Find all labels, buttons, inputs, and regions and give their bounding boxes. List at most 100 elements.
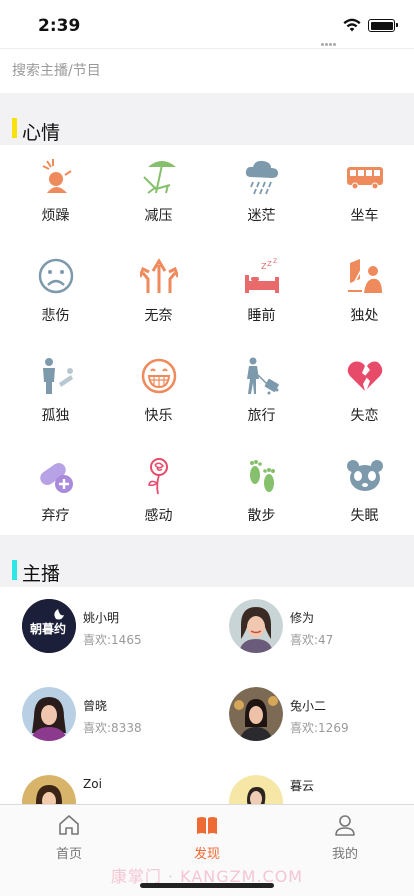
tab-me[interactable]: 我的 bbox=[276, 805, 414, 865]
woman-photo-avatar bbox=[22, 775, 76, 804]
host-card[interactable]: Zoi bbox=[22, 775, 222, 804]
lonely-person-icon bbox=[43, 358, 73, 394]
mood-label: 孤独 bbox=[41, 408, 70, 424]
mood-label: 失眠 bbox=[350, 508, 379, 524]
mood-item-sad[interactable]: 悲伤 bbox=[4, 245, 107, 325]
mood-label: 坐车 bbox=[350, 208, 379, 224]
host-card[interactable]: 兔小二 喜欢:1269 bbox=[229, 687, 414, 753]
tab-label: 我的 bbox=[331, 847, 358, 862]
mood-item-helpless[interactable]: 无奈 bbox=[107, 245, 210, 325]
mood-item-give-up[interactable]: 弃疗 bbox=[4, 445, 107, 525]
mood-label: 悲伤 bbox=[41, 308, 70, 324]
search-bar bbox=[0, 48, 414, 93]
host-likes: 喜欢:1465 bbox=[83, 633, 142, 647]
host-card[interactable]: 修为 喜欢:47 bbox=[229, 599, 414, 665]
tab-home[interactable]: 首页 bbox=[0, 805, 138, 865]
mood-label: 旅行 bbox=[247, 408, 276, 424]
woman-photo-avatar bbox=[22, 687, 76, 741]
host-name: 暮云 bbox=[290, 779, 315, 793]
footprints-icon bbox=[250, 460, 275, 492]
host-likes: 喜欢:1269 bbox=[290, 721, 349, 735]
grin-face-icon bbox=[141, 358, 177, 394]
woman-photo-avatar bbox=[229, 775, 283, 804]
mood-item-happy[interactable]: 快乐 bbox=[107, 345, 210, 425]
host-avatar bbox=[22, 687, 76, 741]
mood-item-insomnia[interactable]: 失眠 bbox=[313, 445, 414, 525]
mood-label: 快乐 bbox=[144, 408, 173, 424]
host-name: 姚小明 bbox=[83, 611, 120, 625]
status-time: 2:39 bbox=[38, 16, 81, 36]
host-name: 修为 bbox=[290, 611, 315, 625]
person-window-icon bbox=[348, 259, 382, 293]
search-input[interactable] bbox=[12, 49, 402, 93]
mood-item-alone[interactable]: 独处 bbox=[313, 245, 414, 325]
mood-item-walk[interactable]: 散步 bbox=[210, 445, 313, 525]
host-card[interactable]: 暮云 bbox=[229, 775, 414, 804]
woman-photo-avatar bbox=[229, 687, 283, 741]
host-section-title: 主播 bbox=[22, 563, 61, 585]
tab-discover[interactable]: 发现 bbox=[138, 805, 276, 865]
mood-section-title: 心情 bbox=[22, 122, 61, 144]
user-icon bbox=[335, 815, 355, 836]
host-card[interactable]: 曾晓 喜欢:8338 bbox=[22, 687, 222, 753]
panda-icon bbox=[347, 460, 383, 491]
mood-item-relief[interactable]: 减压 bbox=[107, 145, 210, 225]
mood-label: 散步 bbox=[247, 508, 276, 524]
tab-label: 发现 bbox=[193, 847, 220, 862]
host-name: Zoi bbox=[83, 777, 102, 791]
host-likes: 喜欢:47 bbox=[290, 633, 334, 647]
broken-heart-icon bbox=[347, 361, 383, 391]
mood-item-heartbreak[interactable]: 失恋 bbox=[313, 345, 414, 425]
host-section-header: 主播 bbox=[0, 535, 414, 587]
beach-chair-icon bbox=[143, 161, 176, 194]
mood-item-bedtime[interactable]: Z Z Z 睡前 bbox=[210, 245, 313, 325]
mood-item-commute[interactable]: 坐车 bbox=[313, 145, 414, 225]
svg-text:Z: Z bbox=[273, 258, 277, 265]
arrows-up-icon bbox=[140, 258, 178, 293]
mood-label: 睡前 bbox=[247, 308, 276, 324]
home-icon bbox=[59, 815, 79, 835]
bottom-tab-bar: 首页 发现 我的 康掌门 · KANGZM.COM bbox=[0, 804, 414, 896]
app-screen: 2:39 心情 烦躁 bbox=[0, 0, 414, 896]
mood-item-confused[interactable]: 迷茫 bbox=[210, 145, 313, 225]
host-name: 兔小二 bbox=[290, 699, 327, 713]
wifi-icon bbox=[343, 18, 361, 32]
traveler-suitcase-icon bbox=[247, 357, 279, 395]
host-card[interactable]: 朝暮约 姚小明 喜欢:1465 bbox=[22, 599, 222, 665]
mood-label: 迷茫 bbox=[247, 208, 276, 224]
mood-label: 无奈 bbox=[144, 308, 173, 324]
mood-grid: 烦躁 减压 迷茫 坐车 悲伤 无奈 Z Z Z 睡前 独处 孤独 快乐 旅行 失… bbox=[0, 145, 414, 535]
mood-label: 烦躁 bbox=[41, 208, 70, 224]
svg-text:朝暮约: 朝暮约 bbox=[30, 621, 66, 636]
host-avatar bbox=[22, 775, 76, 804]
signal-icon bbox=[321, 27, 341, 46]
sad-face-icon bbox=[38, 258, 74, 294]
host-avatar bbox=[229, 775, 283, 804]
host-name: 曾晓 bbox=[83, 699, 108, 713]
host-avatar bbox=[229, 687, 283, 741]
mood-label: 感动 bbox=[144, 508, 173, 524]
woman-photo-avatar bbox=[229, 599, 283, 653]
mood-item-touched[interactable]: 感动 bbox=[107, 445, 210, 525]
pill-icon bbox=[40, 462, 73, 493]
open-book-icon bbox=[197, 817, 217, 834]
mood-section-accent bbox=[12, 118, 17, 138]
mood-item-irritated[interactable]: 烦躁 bbox=[4, 145, 107, 225]
mood-label: 弃疗 bbox=[41, 508, 70, 524]
host-section-accent bbox=[12, 560, 17, 580]
rain-cloud-icon bbox=[245, 160, 278, 195]
svg-text:Z: Z bbox=[267, 260, 272, 268]
bed-zzz-icon: Z Z Z bbox=[245, 258, 279, 293]
status-bar: 2:39 bbox=[0, 0, 414, 48]
rose-icon bbox=[148, 458, 168, 495]
mood-label: 独处 bbox=[350, 308, 379, 324]
bus-icon bbox=[347, 167, 383, 190]
mood-section-header: 心情 bbox=[0, 93, 414, 145]
mood-item-travel[interactable]: 旅行 bbox=[210, 345, 313, 425]
mood-item-lonely[interactable]: 孤独 bbox=[4, 345, 107, 425]
host-avatar bbox=[229, 599, 283, 653]
tab-label: 首页 bbox=[55, 847, 82, 862]
mood-label: 减压 bbox=[144, 208, 173, 224]
host-list: 朝暮约 姚小明 喜欢:1465 修为 喜欢:47 曾晓 喜欢:8338 兔小二 … bbox=[0, 587, 414, 804]
irritated-person-icon bbox=[42, 159, 72, 193]
